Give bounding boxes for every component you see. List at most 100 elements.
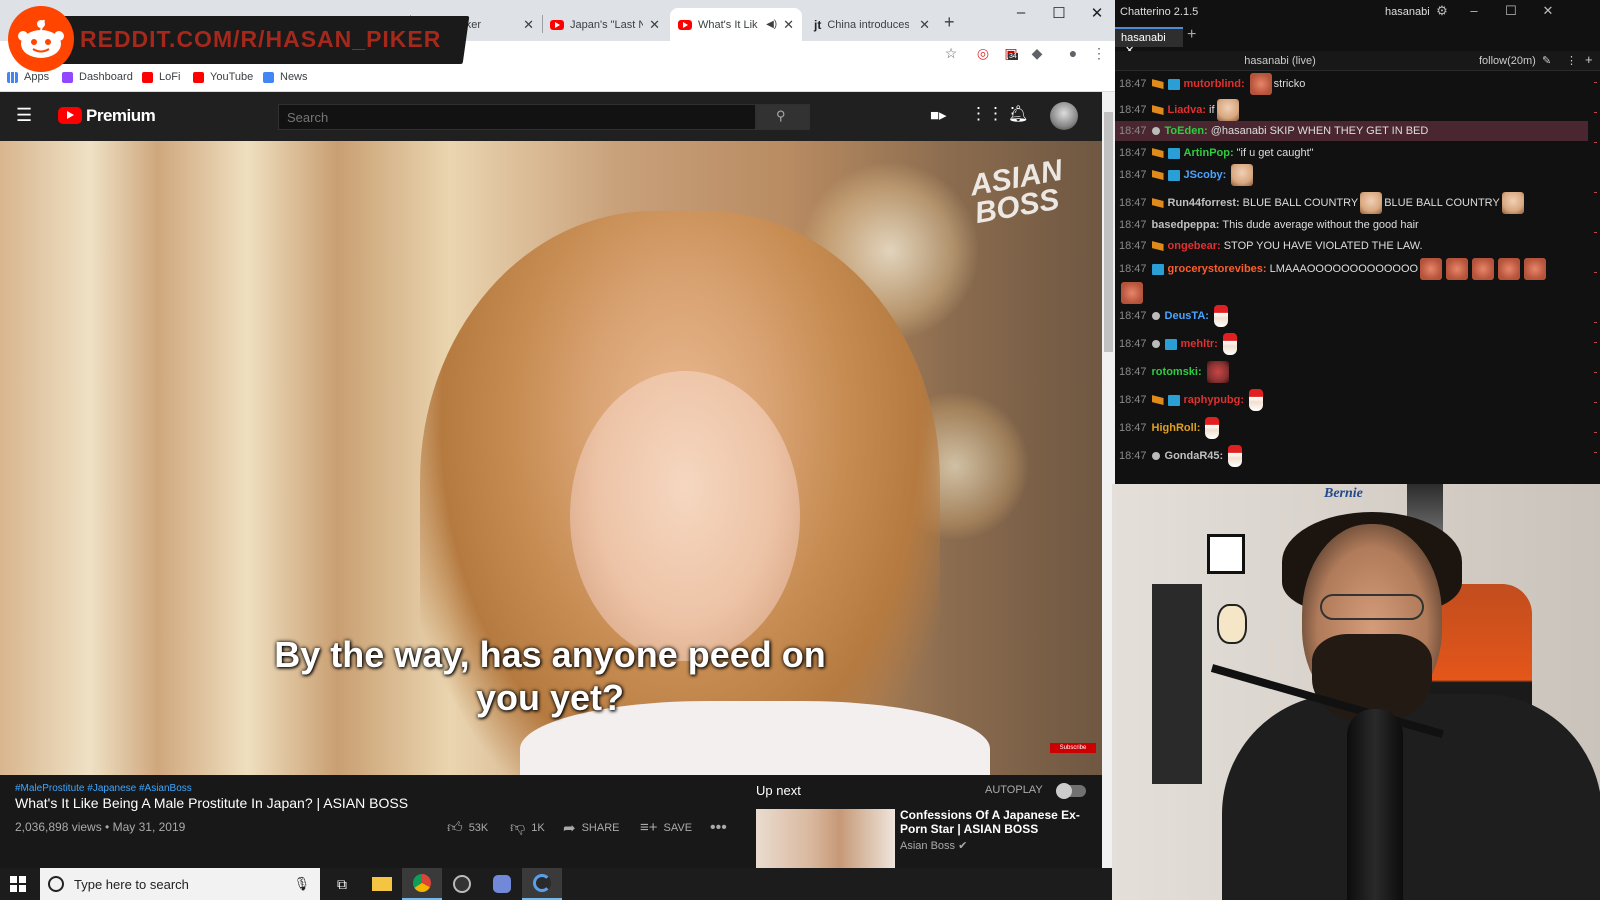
chat-message[interactable]: 18:47 ongebear: STOP YOU HAVE VIOLATED THE… <box>1119 236 1584 256</box>
autoplay-toggle[interactable] <box>1056 783 1086 799</box>
up-next-title[interactable]: Confessions Of A Japanese Ex-Porn Star |… <box>900 808 1090 836</box>
more-actions-icon[interactable]: ••• <box>710 819 727 837</box>
notifications-bell-icon[interactable]: 🔔︎ <box>1008 104 1028 124</box>
chat-username[interactable]: basedpeppa: <box>1152 219 1220 231</box>
edit-pencil-icon[interactable]: ✎ <box>1542 54 1551 67</box>
close-window-icon[interactable]: ✕ <box>1533 3 1563 19</box>
extension-icon[interactable]: ◎ <box>972 45 994 62</box>
settings-gear-icon[interactable]: ⚙ <box>1427 3 1457 19</box>
chat-username[interactable]: Liadva: <box>1168 104 1207 116</box>
chat-username[interactable]: Run44forrest: <box>1168 197 1240 209</box>
avatar[interactable] <box>1050 102 1078 130</box>
chat-messages[interactable]: 18:47 mutorblind: stricko 18:47 Liadva: if 18:… <box>1115 72 1588 484</box>
chat-username[interactable]: ToEden: <box>1165 125 1208 137</box>
split-menu-icon[interactable]: ⋮ <box>1566 54 1577 67</box>
scrollbar-thumb[interactable] <box>1104 112 1113 352</box>
discord-icon[interactable] <box>482 868 522 900</box>
video-player[interactable]: ASIAN BOSS By the way, has anyone peed o… <box>0 141 1115 775</box>
add-tab-icon[interactable]: + <box>1187 26 1196 44</box>
chat-message[interactable]: 18:47 JScoby: <box>1119 164 1584 186</box>
chat-username[interactable]: ArtinPop: <box>1184 147 1234 159</box>
chat-username[interactable]: ongebear: <box>1168 240 1221 252</box>
tab-hasanabi[interactable]: hasanabi ✕ <box>1115 27 1183 57</box>
microphone-icon[interactable]: 🎙︎ <box>293 876 310 892</box>
up-next-thumbnail[interactable] <box>756 809 895 868</box>
file-explorer-icon[interactable] <box>362 868 402 900</box>
chrome-icon[interactable] <box>402 868 442 900</box>
chat-message[interactable]: 18:47 raphypubg: <box>1119 389 1584 411</box>
close-icon[interactable]: ✕ <box>913 17 930 33</box>
dislike-button[interactable]: 👎︎ 1K <box>510 819 545 837</box>
chat-message[interactable]: 18:47 grocerystorevibes: LMAAAOOOOOOOOOOOO… <box>1119 258 1584 280</box>
create-video-icon[interactable]: ■▸ <box>930 106 947 124</box>
chat-message[interactable]: 18:47 Run44forrest: BLUE BALL COUNTRY BLUE … <box>1119 192 1584 214</box>
chat-message[interactable]: 18:47 mehltr: <box>1119 333 1584 355</box>
chat-username[interactable]: rotomski: <box>1152 366 1202 378</box>
twitch-icon <box>62 71 73 83</box>
chat-username[interactable]: grocerystorevibes: <box>1168 263 1267 275</box>
close-icon[interactable]: ✕ <box>643 17 660 33</box>
extension-puzzle-icon[interactable]: ◆ <box>1026 45 1048 62</box>
obs-icon[interactable] <box>442 868 482 900</box>
search-icon: ⚲ <box>776 108 786 123</box>
account-name[interactable]: hasanabi <box>1385 6 1430 18</box>
taskbar-search[interactable]: Type here to search 🎙︎ <box>40 868 320 900</box>
add-split-icon[interactable]: + <box>1585 52 1593 67</box>
bookmark-news[interactable]: News <box>263 71 308 83</box>
bookmark-apps[interactable]: Apps <box>7 71 49 83</box>
chat-message[interactable]: 18:47 mutorblind: stricko <box>1119 73 1584 95</box>
chat-username[interactable]: DeusTA: <box>1165 310 1209 322</box>
search-button[interactable]: ⚲ <box>756 104 810 130</box>
chatterino-icon[interactable] <box>522 868 562 900</box>
youtube-logo-icon[interactable] <box>58 107 82 124</box>
menu-kebab-icon[interactable]: ⋮ <box>1088 45 1110 62</box>
subscribe-badge[interactable]: Subscribe <box>1050 743 1096 753</box>
maximize-icon[interactable]: ☐ <box>1041 4 1077 22</box>
windows-start-icon[interactable] <box>10 876 26 892</box>
chat-message[interactable]: 18:47 Liadva: if <box>1119 99 1584 121</box>
share-button[interactable]: ➦ SHARE <box>563 819 619 837</box>
speaker-muted-icon[interactable]: ◀) <box>766 19 777 30</box>
new-tab-icon[interactable]: + <box>944 12 955 33</box>
task-view-icon[interactable]: ⧉ <box>322 868 362 900</box>
close-icon[interactable]: ✕ <box>777 17 794 33</box>
chat-username[interactable]: mutorblind: <box>1184 78 1245 90</box>
chat-message[interactable]: 18:47 rotomski: <box>1119 361 1584 383</box>
save-button[interactable]: ≡+ SAVE <box>640 819 692 836</box>
chat-username[interactable]: HighRoll: <box>1152 422 1201 434</box>
up-next-channel[interactable]: Asian Boss ✔ <box>900 839 967 852</box>
channel-header[interactable]: hasanabi (live) <box>1115 55 1445 67</box>
minimize-icon[interactable]: – <box>1459 3 1489 18</box>
video-hashtags[interactable]: #MaleProstitute #Japanese #AsianBoss <box>15 783 192 794</box>
chat-username[interactable]: GondaR45: <box>1165 450 1224 462</box>
chat-username[interactable]: raphypubg: <box>1184 394 1245 406</box>
close-window-icon[interactable]: ✕ <box>1079 4 1115 22</box>
chat-message[interactable]: 18:47 HighRoll: <box>1119 417 1584 439</box>
minimize-icon[interactable]: – <box>1003 4 1039 21</box>
bookmark-dashboard[interactable]: Dashboard <box>62 71 133 83</box>
chat-username[interactable]: mehltr: <box>1181 338 1218 350</box>
tab-whats-it-like[interactable]: What's It Like ◀) ✕ <box>670 8 802 41</box>
youtube-premium-logo[interactable]: Premium <box>86 106 156 126</box>
tab-china-introduces[interactable]: jt China introduces ✕ <box>806 8 938 41</box>
chat-message[interactable]: 18:47 DeusTA: <box>1119 305 1584 327</box>
chat-scrollbar[interactable] <box>1588 72 1600 484</box>
message-timestamp: 18:47 <box>1119 125 1147 137</box>
bookmark-star-icon[interactable]: ☆ <box>940 45 962 62</box>
hamburger-menu-icon[interactable]: ☰ <box>16 105 32 126</box>
bookmark-lofi[interactable]: LoFi <box>142 71 180 83</box>
maximize-icon[interactable]: ☐ <box>1496 3 1526 19</box>
chat-message[interactable]: 18:47 GondaR45: <box>1119 445 1584 467</box>
tab-japan-last-ninja[interactable]: Japan's "Last Ninja ✕ <box>542 8 668 41</box>
chat-username[interactable]: JScoby: <box>1184 169 1227 181</box>
extension-calendar-icon[interactable]: ▣34 <box>1000 45 1022 62</box>
chat-message[interactable]: 18:47 basedpeppa: This dude average withou… <box>1119 215 1584 235</box>
chat-message[interactable]: 18:47 ToEden: @hasanabi SKIP WHEN THEY GET… <box>1115 121 1588 141</box>
bookmark-youtube[interactable]: YouTube <box>193 71 253 83</box>
profile-avatar-icon[interactable]: ● <box>1062 45 1084 61</box>
like-button[interactable]: 👍︎ 53K <box>447 819 488 837</box>
close-icon[interactable]: ✕ <box>517 17 534 33</box>
message-timestamp: 18:47 <box>1119 219 1147 231</box>
chat-message[interactable]: 18:47 ArtinPop: "if u get caught" <box>1119 143 1584 163</box>
search-input[interactable] <box>278 104 756 130</box>
